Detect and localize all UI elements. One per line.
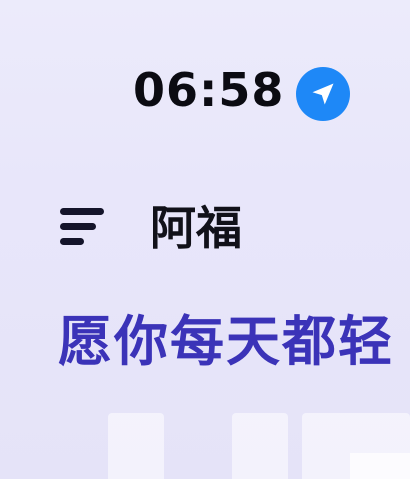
status-bar: 06:58 <box>0 62 410 121</box>
menu-line-top <box>60 208 104 215</box>
status-time: 06:58 <box>133 63 285 117</box>
location-arrow-icon <box>296 67 350 121</box>
decorative-block <box>350 453 410 479</box>
hamburger-menu-icon[interactable] <box>60 206 110 250</box>
decorative-block <box>108 413 164 479</box>
location-arrow-glyph <box>312 83 334 105</box>
menu-line-middle <box>60 223 96 230</box>
app-title: 阿福 <box>150 201 242 255</box>
app-header: 阿福 <box>0 196 410 260</box>
menu-line-bottom <box>60 238 84 245</box>
decorative-block <box>232 413 288 479</box>
greeting-text: 愿你每天都轻 <box>58 310 394 373</box>
